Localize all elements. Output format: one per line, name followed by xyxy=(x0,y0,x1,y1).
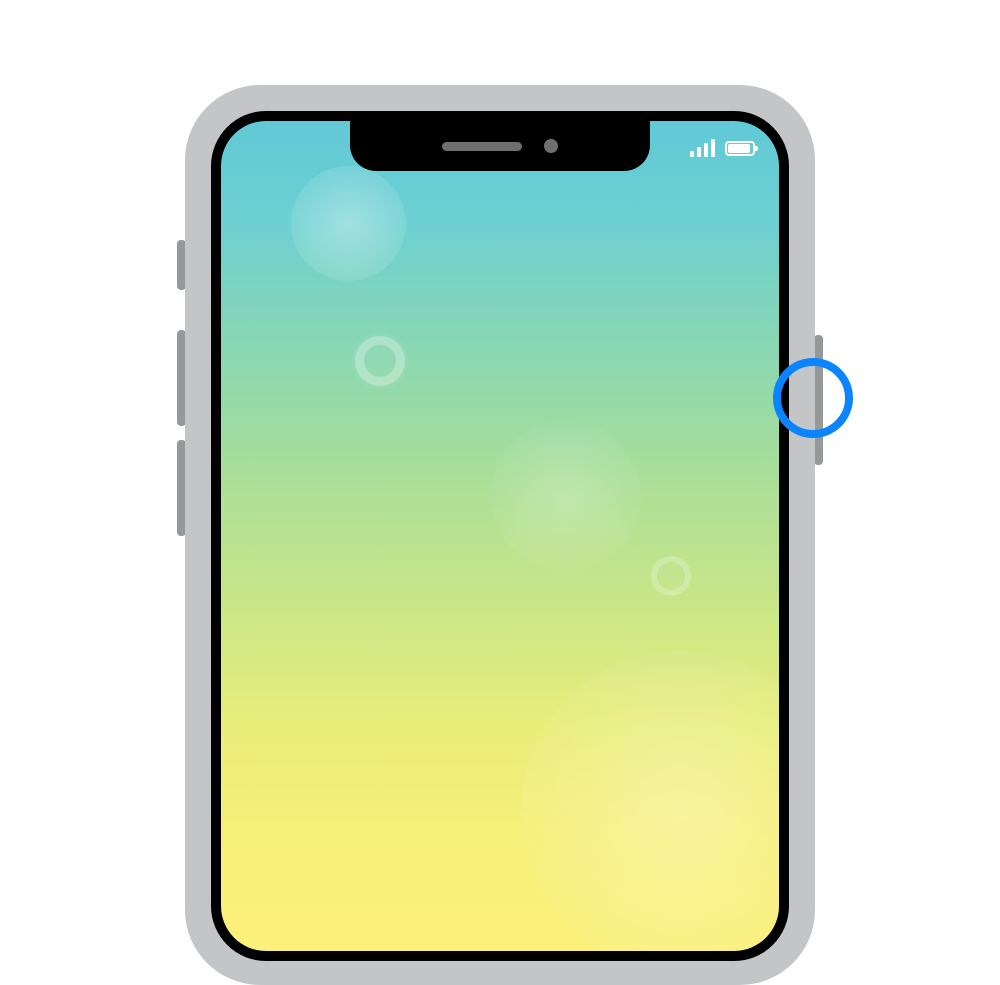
phone-diagram xyxy=(185,85,815,985)
wallpaper-flare xyxy=(291,166,406,281)
wallpaper-flare xyxy=(355,336,405,386)
front-camera-icon xyxy=(544,139,558,153)
earpiece-speaker xyxy=(442,142,522,151)
wallpaper-flare xyxy=(651,556,691,596)
wallpaper-flare xyxy=(521,651,779,951)
phone-bezel xyxy=(211,111,789,961)
battery-fill xyxy=(728,144,750,153)
wallpaper-flare xyxy=(491,421,641,571)
battery-icon xyxy=(725,141,755,156)
status-bar xyxy=(690,139,755,157)
cellular-signal-icon xyxy=(690,139,715,157)
phone-screen xyxy=(221,121,779,951)
display-notch xyxy=(350,121,650,171)
side-button xyxy=(814,335,823,465)
